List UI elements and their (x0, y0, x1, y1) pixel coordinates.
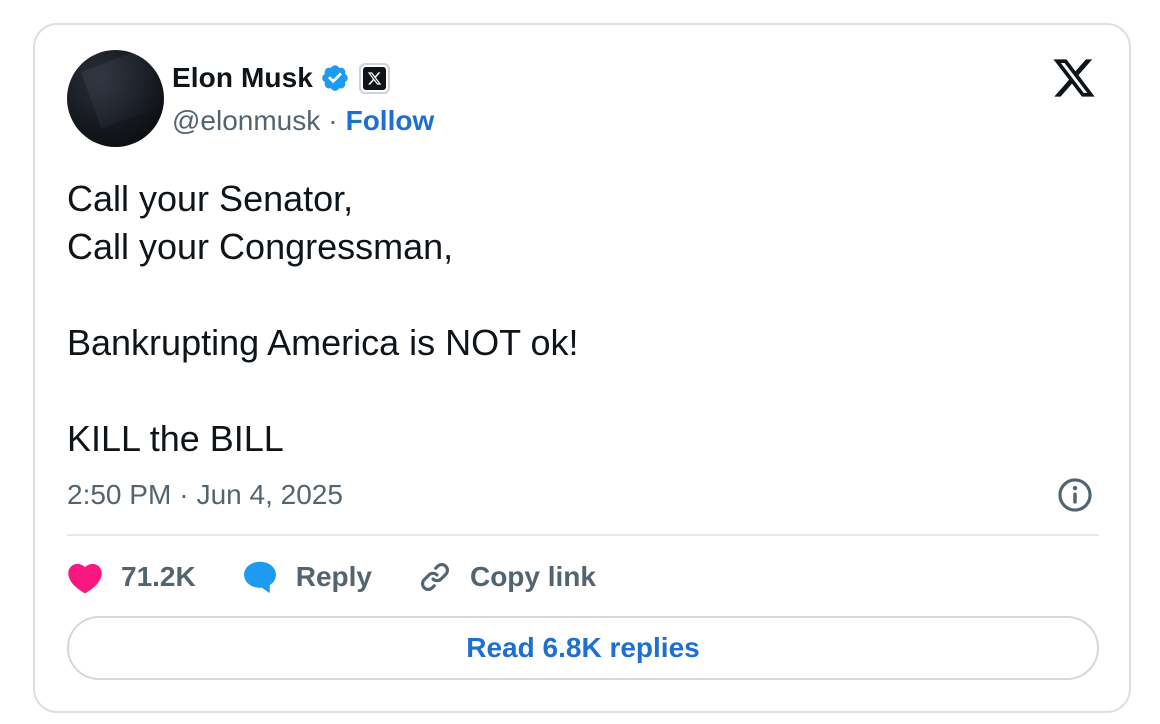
author-name[interactable]: Elon Musk (172, 62, 313, 94)
like-button[interactable]: 71.2K (67, 561, 196, 594)
tweet-line: Call your Senator, (67, 178, 354, 219)
follow-link[interactable]: Follow (346, 105, 435, 137)
tweet-line: Call your Congressman, (67, 226, 454, 267)
tweet-line (67, 271, 1067, 319)
verified-badge-icon (322, 65, 348, 91)
author-handle-row: @elonmusk · Follow (172, 103, 434, 139)
tweet-time[interactable]: 2:50 PM (67, 479, 171, 511)
tweet-timestamp[interactable]: 2:50 PM · Jun 4, 2025 (67, 477, 343, 513)
tweet-line: Bankrupting America is NOT ok! (67, 322, 579, 363)
x-logo-icon[interactable] (1051, 57, 1097, 99)
tweet-line (67, 367, 1067, 415)
author-handle[interactable]: @elonmusk (172, 105, 320, 137)
action-bar: 71.2K Reply Copy link (67, 555, 642, 599)
speech-bubble-icon (243, 561, 276, 594)
reply-button[interactable]: Reply (242, 560, 372, 594)
author-name-row: Elon Musk (172, 59, 390, 97)
like-count: 71.2K (121, 561, 196, 592)
x-affiliate-badge-icon (358, 62, 390, 94)
tweet-line: KILL the BILL (67, 418, 284, 459)
tweet-card: Elon Musk @elonmusk · Follow Call your S… (33, 23, 1131, 713)
divider (67, 534, 1099, 536)
link-icon (421, 563, 449, 591)
tweet-text: Call your Senator, Call your Congressman… (67, 175, 1067, 463)
tweet-date[interactable]: Jun 4, 2025 (197, 479, 343, 511)
separator-dot: · (328, 105, 338, 136)
copy-link-button[interactable]: Copy link (418, 560, 596, 594)
timestamp-separator: · (179, 479, 189, 510)
read-replies-button[interactable]: Read 6.8K replies (67, 616, 1099, 680)
avatar[interactable] (67, 50, 164, 147)
reply-label: Reply (295, 561, 372, 592)
info-icon[interactable] (1056, 476, 1094, 514)
heart-icon (68, 563, 102, 593)
copy-link-label: Copy link (469, 561, 596, 592)
